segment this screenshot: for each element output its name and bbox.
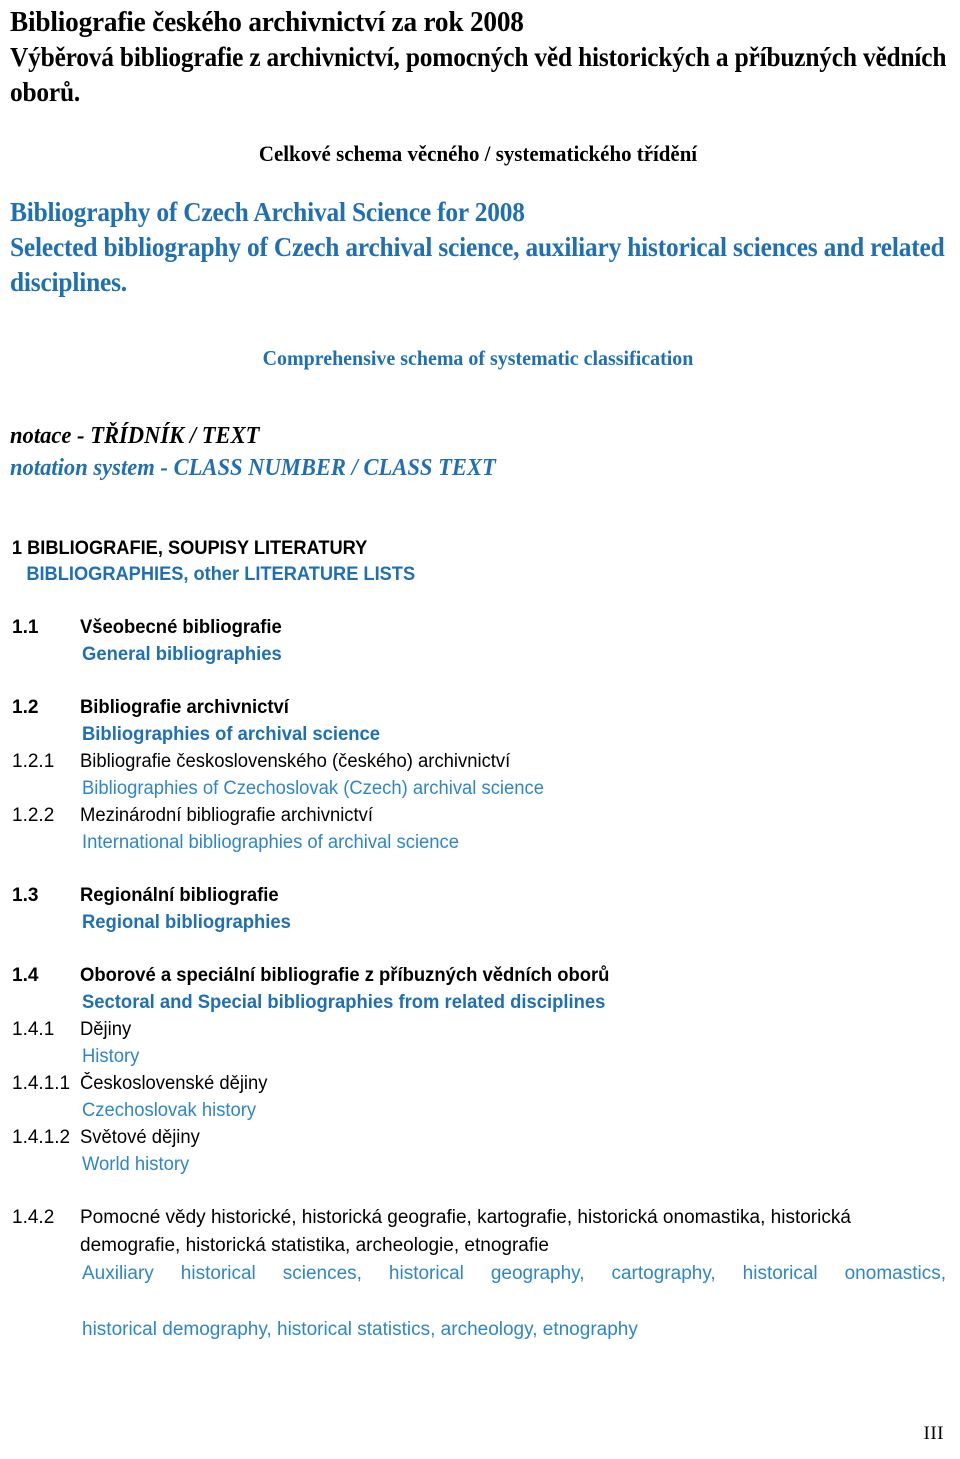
- outline-entry-1-4: 1.4 Oborové a speciální bibliografie z p…: [10, 962, 946, 1016]
- outline-entry-1-3: 1.3 Regionální bibliografie Regional bib…: [10, 882, 946, 936]
- page-number: III: [923, 1423, 944, 1444]
- outline-number: 1.3: [12, 885, 39, 906]
- outline-label-english-line1: Auxiliary historical sciences, historica…: [82, 1263, 946, 1284]
- outline-entry-1-2-2: 1.2.2 Mezinárodní bibliografie archivnic…: [10, 802, 946, 856]
- outline-number: 1.4.2: [12, 1207, 55, 1228]
- section-heading-1: 1 BIBLIOGRAFIE, SOUPISY LITERATURY BIBLI…: [10, 536, 946, 588]
- outline-label-english: Bibliographies of Czechoslovak (Czech) a…: [82, 778, 544, 799]
- outline-number: 1.4.1.2: [12, 1127, 71, 1148]
- section-heading-1-czech: 1 BIBLIOGRAFIE, SOUPISY LITERATURY: [11, 538, 368, 559]
- outline-entry-1-4-1-2: 1.4.1.2 Světové dějiny World history: [10, 1124, 946, 1178]
- outline-label-czech: Všeobecné bibliografie: [80, 617, 282, 638]
- english-title-block: Bibliography of Czech Archival Science f…: [10, 195, 946, 300]
- outline-number: 1.2.2: [12, 805, 55, 826]
- outline-number: 1.4.1: [12, 1019, 55, 1040]
- outline-label-english: Regional bibliographies: [82, 912, 291, 933]
- outline-entry-1-2-1: 1.2.1 Bibliografie československého (čes…: [10, 748, 946, 802]
- outline-label-czech: Československé dějiny: [80, 1073, 268, 1094]
- classification-outline: 1 BIBLIOGRAFIE, SOUPISY LITERATURY BIBLI…: [10, 536, 946, 1344]
- section-heading-1-english: BIBLIOGRAPHIES, other LITERATURE LISTS: [26, 564, 416, 585]
- outline-label-czech: Bibliografie československého (českého) …: [80, 751, 511, 772]
- czech-title-block: Bibliografie českého archivnictví za rok…: [10, 0, 946, 110]
- outline-number: 1.4.1.1: [12, 1073, 71, 1094]
- document-page: Bibliografie českého archivnictví za rok…: [0, 0, 960, 1459]
- outline-label-english: World history: [82, 1154, 190, 1175]
- notation-legend: notace - TŘÍDNÍK / TEXT notation system …: [10, 420, 946, 484]
- outline-label-czech: Bibliografie archivnictví: [80, 697, 289, 718]
- page-title-english-line2: Selected bibliography of Czech archival …: [10, 232, 945, 297]
- outline-label-czech: Regionální bibliografie: [80, 885, 279, 906]
- page-title-czech-line1: Bibliografie českého archivnictví za rok…: [10, 6, 524, 38]
- outline-number: 1.2: [12, 697, 39, 718]
- outline-number: 1.1: [12, 617, 39, 638]
- outline-label-czech: Mezinárodní bibliografie archivnictví: [80, 805, 373, 826]
- outline-label-english: History: [82, 1046, 140, 1067]
- notation-legend-english: notation system - CLASS NUMBER / CLASS T…: [10, 455, 496, 481]
- outline-label-english: International bibliographies of archival…: [82, 832, 460, 853]
- outline-label-english: General bibliographies: [82, 644, 282, 665]
- outline-entry-1-1: 1.1 Všeobecné bibliografie General bibli…: [10, 614, 946, 668]
- outline-label-czech: Pomocné vědy historické, historická geog…: [80, 1207, 851, 1256]
- outline-label-english-line2: historical demography, historical statis…: [82, 1319, 638, 1340]
- outline-entry-1-4-2: 1.4.2 Pomocné vědy historické, historick…: [10, 1204, 946, 1344]
- outline-number: 1.4: [12, 965, 39, 986]
- outline-entry-1-4-1-1: 1.4.1.1 Československé dějiny Czechoslov…: [10, 1070, 946, 1124]
- outline-entry-1-4-1: 1.4.1 Dějiny History: [10, 1016, 946, 1070]
- outline-label-english: Sectoral and Special bibliographies from…: [82, 992, 606, 1013]
- outline-label-english: Czechoslovak history: [82, 1100, 257, 1121]
- english-schema-heading: Comprehensive schema of systematic class…: [262, 346, 694, 370]
- outline-number: 1.2.1: [12, 751, 55, 772]
- page-title-czech-line2: Výběrová bibliografie z archivnictví, po…: [10, 42, 947, 107]
- outline-label-english: Bibliographies of archival science: [82, 724, 381, 745]
- outline-label-czech: Světové dějiny: [80, 1127, 200, 1148]
- czech-schema-heading: Celkové schema věcného / systematického …: [258, 141, 698, 166]
- outline-label-english: Auxiliary historical sciences, historica…: [82, 1260, 946, 1344]
- outline-entry-1-2: 1.2 Bibliografie archivnictví Bibliograp…: [10, 694, 946, 748]
- page-title-english-line1: Bibliography of Czech Archival Science f…: [10, 197, 525, 227]
- notation-legend-czech: notace - TŘÍDNÍK / TEXT: [10, 423, 260, 449]
- outline-label-czech: Oborové a speciální bibliografie z příbu…: [80, 965, 610, 986]
- outline-label-czech: Dějiny: [80, 1019, 132, 1040]
